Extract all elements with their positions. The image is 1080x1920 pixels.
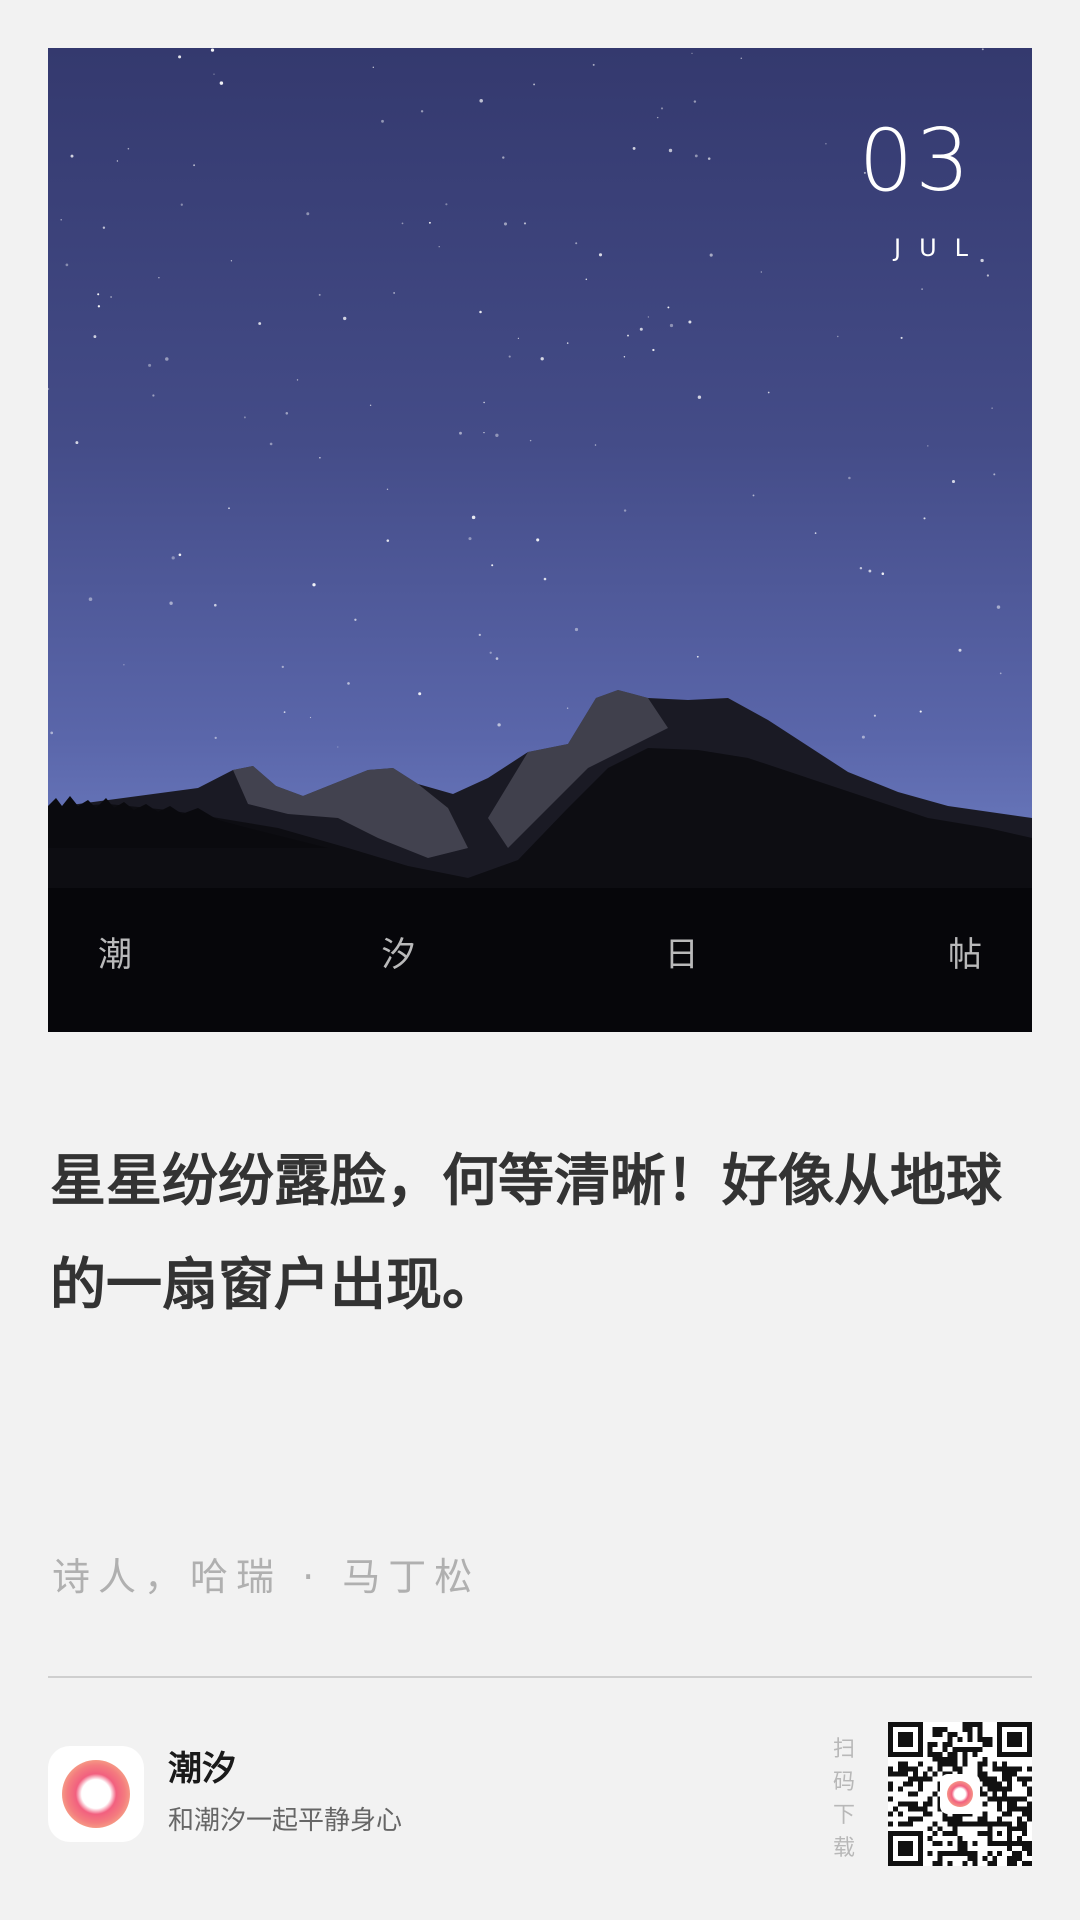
app-name: 潮汐	[168, 1749, 236, 1789]
brand-char: 帖	[947, 935, 982, 975]
qr-center-logo	[940, 1774, 980, 1814]
cover-photo: 03 JUL 潮 汐 日 帖	[48, 48, 1032, 1032]
quote-author: 诗人，哈瑞 · 马丁松	[52, 1555, 481, 1599]
app-logo-icon[interactable]	[48, 1746, 144, 1842]
date-month: JUL	[893, 234, 986, 262]
scan-char: 下	[832, 1803, 855, 1828]
brand-char: 日	[664, 935, 699, 975]
scan-char: 扫	[832, 1737, 855, 1762]
brand-strip: 潮 汐 日 帖	[98, 938, 982, 972]
date-day: 03	[858, 111, 972, 211]
scan-char: 载	[832, 1836, 855, 1861]
divider	[48, 1676, 1032, 1678]
quote-text: 星星纷纷露脸，何等清晰！好像从地球的一扇窗户出现。	[50, 1149, 1002, 1318]
tide-ring-icon	[947, 1781, 973, 1807]
qr-code-icon[interactable]	[888, 1722, 1032, 1866]
app-slogan: 和潮汐一起平静身心	[168, 1806, 403, 1836]
brand-char: 汐	[381, 935, 416, 975]
brand-char: 潮	[98, 935, 132, 975]
tide-ring-icon	[62, 1760, 130, 1828]
scan-to-download-label: 扫 码 下 载	[832, 1733, 856, 1865]
scan-char: 码	[832, 1770, 855, 1795]
